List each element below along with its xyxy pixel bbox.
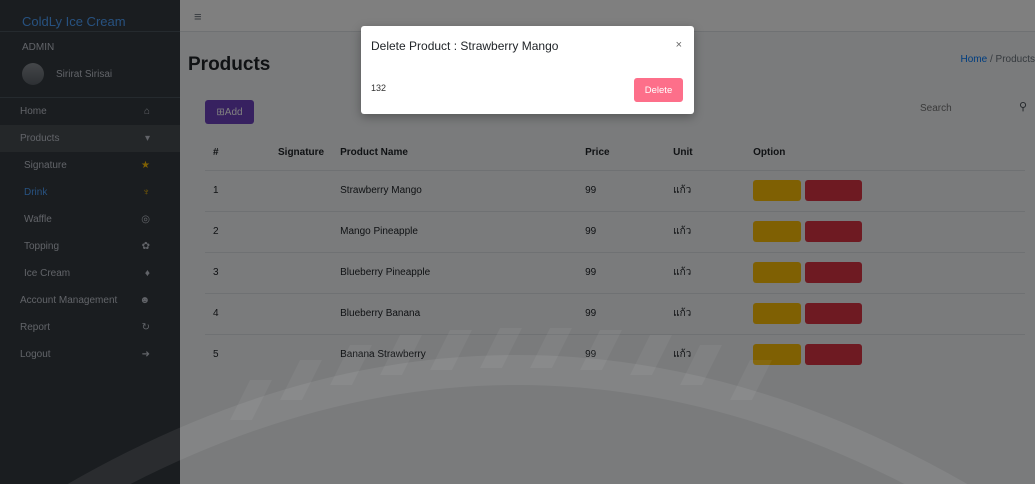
modal-title: Delete Product : Strawberry Mango	[371, 39, 559, 53]
university-watermark	[67, 328, 968, 484]
delete-product-modal: Delete Product : Strawberry Mango × 132 …	[361, 26, 694, 114]
confirm-delete-button[interactable]: Delete	[634, 78, 683, 102]
product-id: 132	[371, 83, 387, 93]
close-icon[interactable]: ×	[676, 39, 682, 51]
